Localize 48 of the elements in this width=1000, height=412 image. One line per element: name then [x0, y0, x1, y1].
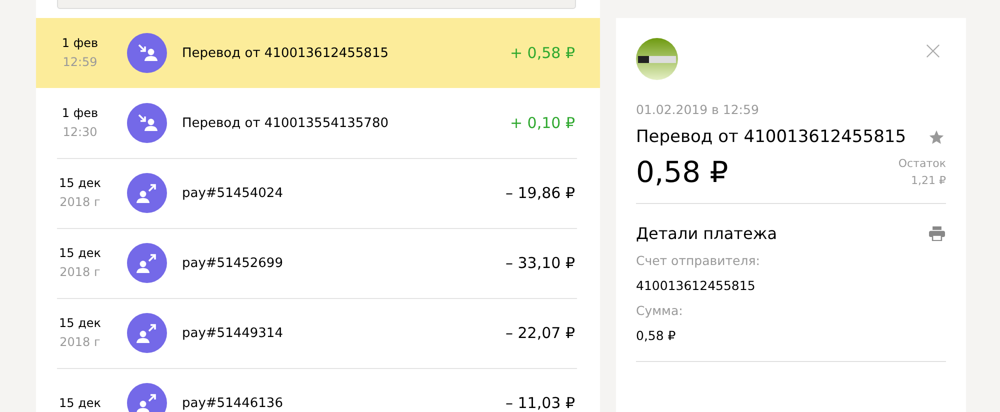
transaction-time: 12:59 [62, 54, 98, 71]
transaction-row[interactable]: 15 дек 2018 г pay#51454024 – 19,86 ₽ [36, 158, 600, 228]
field-value: 410013612455815 [636, 278, 756, 293]
transaction-amount: – 33,10 ₽ [505, 254, 575, 272]
transaction-row[interactable]: 1 фев 12:59 Перевод от 410013612455815 + 0,58 ₽ [36, 18, 600, 88]
transaction-amount: – 11,03 ₽ [505, 394, 575, 412]
outgoing-transfer-icon [127, 173, 167, 213]
transaction-name: Перевод от 410013554135780 [182, 116, 390, 130]
incoming-transfer-icon [127, 33, 167, 73]
field-label: Счет отправителя: [636, 253, 761, 268]
logo-icon [636, 38, 678, 80]
transaction-row[interactable]: 15 дек pay#51446136 – 11,03 ₽ [36, 368, 600, 412]
outgoing-transfer-icon [127, 243, 167, 283]
transaction-time: 2018 г [60, 334, 100, 351]
incoming-transfer-icon [127, 103, 167, 143]
transaction-amount: + 0,58 ₽ [510, 44, 575, 62]
transaction-row[interactable]: 15 дек 2018 г pay#51449314 – 22,07 ₽ [36, 298, 600, 368]
transaction-date: 1 фев [62, 105, 98, 122]
transaction-name: pay#51446136 [182, 396, 284, 410]
detail-amount: 0,58 ₽ [636, 155, 728, 189]
transaction-name: pay#51452699 [182, 256, 284, 270]
field-value: 0,58 ₽ [636, 328, 677, 343]
star-icon[interactable] [928, 128, 945, 146]
transaction-name: Перевод от 410013612455815 [182, 46, 390, 60]
balance-label: Остаток [898, 156, 946, 172]
field-label: Сумма: [636, 303, 684, 318]
transaction-date: 15 дек [58, 394, 101, 412]
transaction-amount: – 22,07 ₽ [505, 324, 575, 342]
transaction-name: pay#51449314 [182, 326, 284, 340]
transaction-time: 2018 г [60, 194, 100, 211]
print-icon[interactable] [929, 226, 945, 241]
transaction-row[interactable]: 15 дек 2018 г pay#51452699 – 33,10 ₽ [36, 228, 600, 298]
transaction-name: pay#51454024 [182, 186, 284, 200]
transaction-amount: + 0,10 ₽ [510, 114, 575, 132]
transaction-time: 12:30 [62, 124, 98, 141]
transaction-amount: – 19,86 ₽ [505, 184, 575, 202]
close-icon[interactable] [926, 44, 940, 58]
section-title: Детали платежа [636, 224, 778, 243]
outgoing-transfer-icon [127, 313, 167, 353]
transaction-date: 15 дек [58, 245, 101, 262]
transaction-date: 1 фев [62, 35, 98, 52]
transaction-row[interactable]: 1 фев 12:30 Перевод от 410013554135780 + 0,10 ₽ [36, 88, 600, 158]
transaction-date: 15 дек [58, 175, 101, 192]
transaction-time: 2018 г [60, 264, 100, 281]
detail-title: Перевод от 410013612455815 [636, 127, 906, 147]
transaction-datetime: 01.02.2019 в 12:59 [636, 102, 760, 117]
transaction-date: 15 дек [58, 315, 101, 332]
balance-value: 1,21 ₽ [911, 173, 946, 189]
